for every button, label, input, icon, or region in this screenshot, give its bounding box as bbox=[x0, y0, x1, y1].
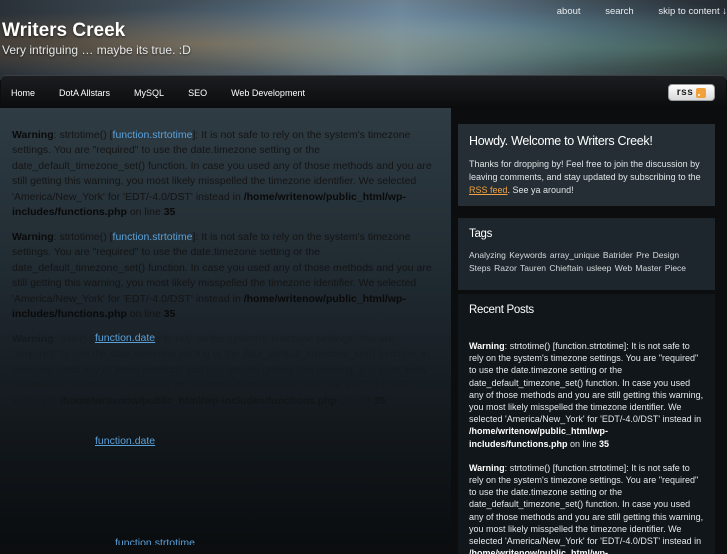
recent-post-entry[interactable]: Warning: strtotime() [function.strtotime… bbox=[469, 340, 704, 450]
site-tagline: Very intriguing … maybe its true. :D bbox=[2, 43, 191, 57]
tag-link[interactable]: Tauren Chieftain bbox=[520, 263, 583, 273]
recent-post-entry[interactable]: Warning: strtotime() [function.strtotime… bbox=[469, 462, 704, 554]
about-link[interactable]: about bbox=[557, 6, 581, 17]
php-warning: Warning: strtotime() [function.strtotime… bbox=[12, 129, 432, 219]
recent-posts-widget: Recent Posts Warning: strtotime() [funct… bbox=[458, 294, 715, 554]
warning-label: Warning bbox=[12, 333, 54, 345]
tag-link[interactable]: array_unique bbox=[550, 250, 600, 260]
php-warning-faded: Warning: date() [ ]: It is not safe to r… bbox=[12, 333, 430, 407]
top-links: about search skip to content ↓ bbox=[535, 6, 727, 17]
warning-line: 35 bbox=[163, 206, 176, 219]
skip-to-content-link[interactable]: skip to content ↓ bbox=[658, 6, 727, 17]
rss-button[interactable]: rss bbox=[668, 84, 715, 101]
welcome-text: Thanks for dropping by! Feel free to joi… bbox=[469, 159, 701, 195]
search-link[interactable]: search bbox=[605, 6, 634, 17]
function-strtotime-link[interactable]: function.strtotime bbox=[115, 537, 195, 545]
nav-item-web-development[interactable]: Web Development bbox=[231, 88, 305, 98]
function-date-link[interactable]: function.date bbox=[95, 435, 155, 447]
tag-link[interactable]: usleep bbox=[586, 263, 611, 273]
site-title[interactable]: Writers Creek bbox=[2, 20, 125, 42]
tags-widget: Tags Analyzing Keywords array_unique Bat… bbox=[458, 218, 715, 290]
nav-item-home[interactable]: Home bbox=[11, 88, 35, 98]
nav-item-dota-allstars[interactable]: DotA Allstars bbox=[59, 88, 110, 98]
nav-item-seo[interactable]: SEO bbox=[188, 88, 207, 98]
php-warning: Warning: strtotime() [function.strtotime… bbox=[12, 231, 432, 321]
welcome-widget: Howdy. Welcome to Writers Creek! Thanks … bbox=[458, 124, 715, 206]
function-strtotime-link[interactable]: function.strtotime bbox=[113, 129, 193, 141]
tag-link[interactable]: Web Master Piece bbox=[615, 263, 686, 273]
rss-feed-link[interactable]: RSS feed bbox=[469, 185, 508, 195]
function-date-link[interactable]: function.date bbox=[95, 332, 155, 344]
site-header: Writers Creek Very intriguing … maybe it… bbox=[0, 0, 727, 80]
recent-posts-title: Recent Posts bbox=[469, 304, 534, 316]
warning-line: 35 bbox=[373, 394, 386, 407]
tag-cloud: Analyzing Keywords array_unique Batrider… bbox=[469, 249, 704, 275]
rss-button-label: rss bbox=[676, 87, 694, 98]
main-content: Warning: strtotime() [function.strtotime… bbox=[0, 108, 451, 545]
tag-link[interactable]: Razor bbox=[494, 263, 517, 273]
warning-line: 35 bbox=[163, 308, 176, 321]
main-navigation: Home DotA Allstars MySQL SEO Web Develop… bbox=[1, 75, 726, 109]
warning-label: Warning bbox=[12, 231, 54, 243]
tag-link[interactable]: Analyzing Keywords bbox=[469, 250, 547, 260]
tags-title: Tags bbox=[469, 228, 493, 240]
nav-items: Home DotA Allstars MySQL SEO Web Develop… bbox=[1, 76, 317, 109]
rss-feed-icon bbox=[696, 87, 707, 98]
nav-item-mysql[interactable]: MySQL bbox=[134, 88, 164, 98]
warning-path: /home/writenow/public_html/wp-includes/f… bbox=[59, 394, 337, 407]
welcome-title: Howdy. Welcome to Writers Creek! bbox=[469, 134, 653, 148]
function-strtotime-link[interactable]: function.strtotime bbox=[113, 231, 193, 243]
warning-label: Warning bbox=[12, 129, 54, 141]
tag-link[interactable]: Batrider bbox=[603, 250, 633, 260]
